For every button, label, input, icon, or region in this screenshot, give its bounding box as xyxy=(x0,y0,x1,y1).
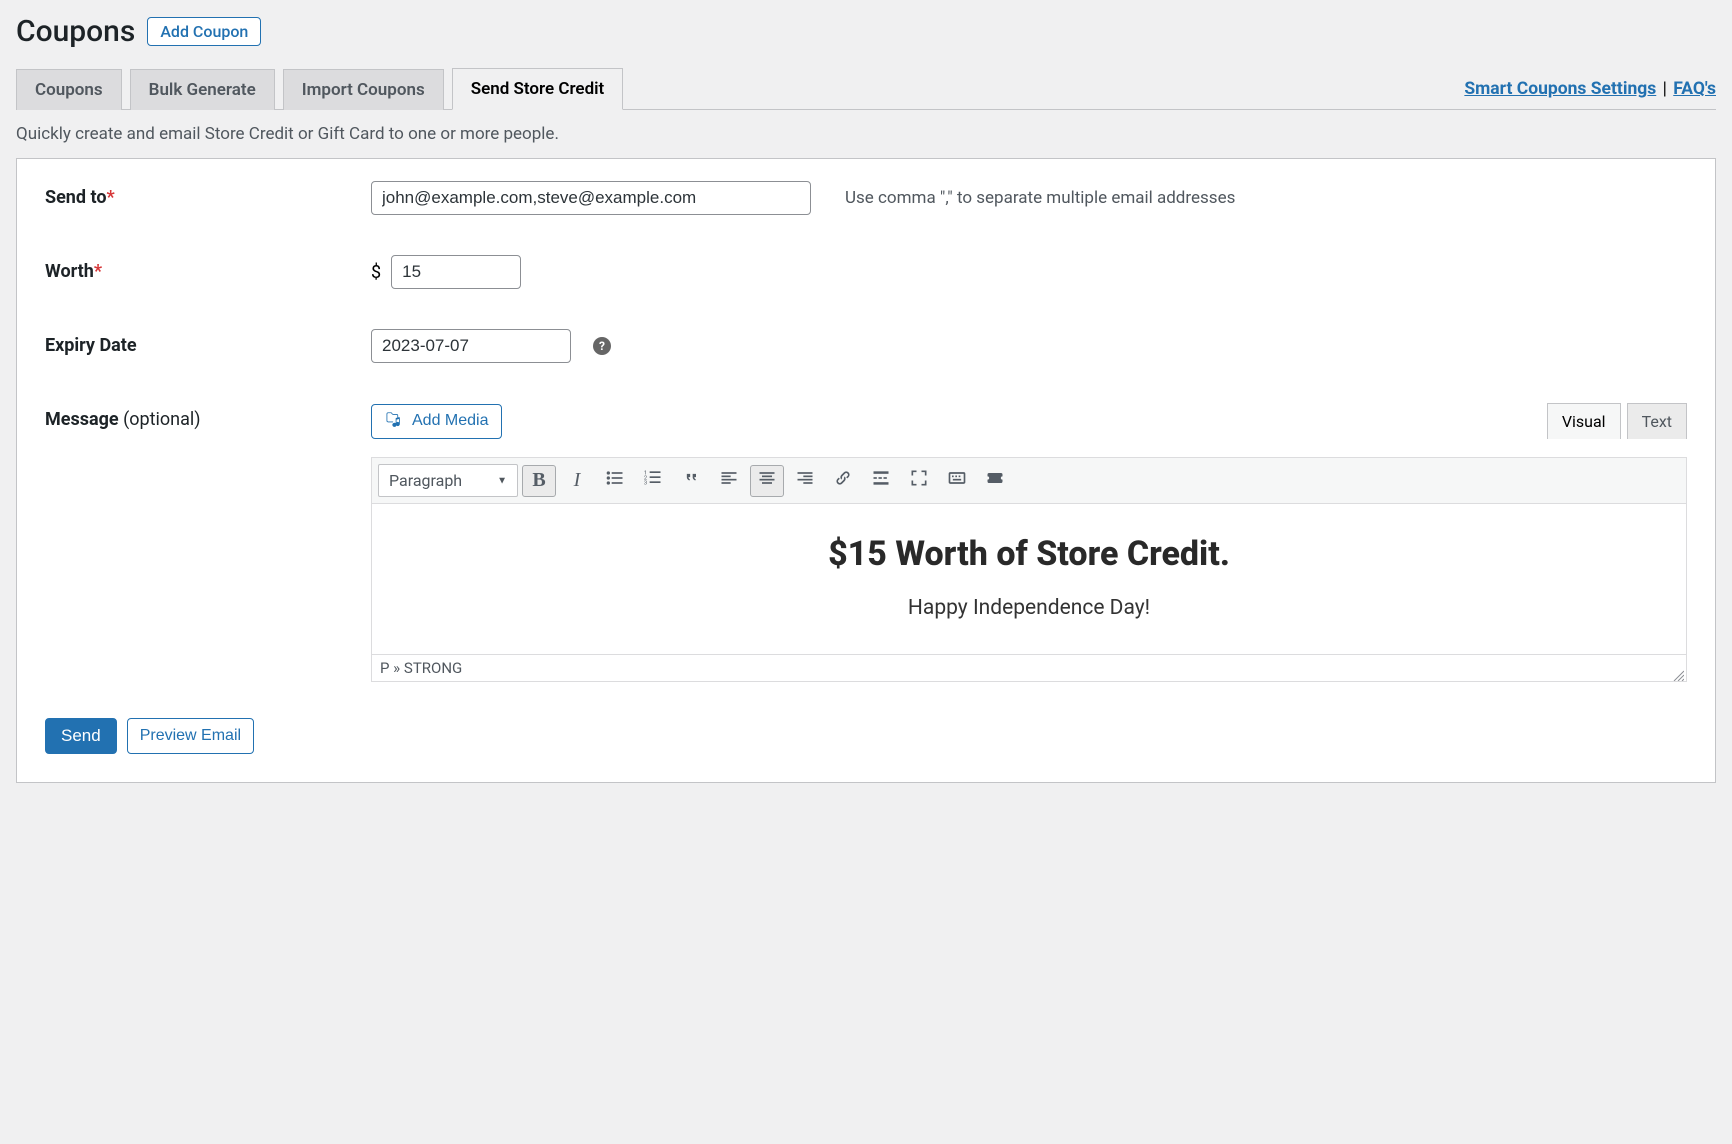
insert-more-button[interactable] xyxy=(864,465,898,497)
read-more-icon xyxy=(871,468,891,493)
send-to-input[interactable] xyxy=(371,181,811,215)
bold-button[interactable]: B xyxy=(522,465,556,497)
preview-email-button[interactable]: Preview Email xyxy=(127,718,254,754)
editor-tab-text[interactable]: Text xyxy=(1627,403,1687,439)
tab-bulk-generate[interactable]: Bulk Generate xyxy=(130,69,275,110)
page-title: Coupons xyxy=(16,14,135,49)
tab-coupons[interactable]: Coupons xyxy=(16,69,122,110)
link-smart-coupons-settings[interactable]: Smart Coupons Settings xyxy=(1464,79,1656,99)
add-media-button[interactable]: Add Media xyxy=(371,404,502,439)
bulleted-list-button[interactable] xyxy=(598,465,632,497)
editor-path: P » STRONG xyxy=(380,659,462,677)
align-right-button[interactable] xyxy=(788,465,822,497)
italic-button[interactable]: I xyxy=(560,465,594,497)
editor-content[interactable]: $15 Worth of Store Credit. Happy Indepen… xyxy=(372,504,1686,654)
align-left-icon xyxy=(719,468,739,493)
help-icon[interactable]: ? xyxy=(593,337,611,355)
keyboard-icon xyxy=(947,468,967,493)
expiry-date-input[interactable] xyxy=(371,329,571,363)
editor-path-bar: P » STRONG xyxy=(372,654,1686,681)
add-coupon-button[interactable]: Add Coupon xyxy=(147,17,261,46)
link-icon xyxy=(833,468,853,493)
link-button[interactable] xyxy=(826,465,860,497)
store-credit-panel: Send to* Use comma "," to separate multi… xyxy=(16,158,1716,783)
expiry-label: Expiry Date xyxy=(45,329,371,356)
align-center-button[interactable] xyxy=(750,465,784,497)
quote-icon xyxy=(681,468,701,493)
blockquote-button[interactable] xyxy=(674,465,708,497)
send-to-help: Use comma "," to separate multiple email… xyxy=(845,188,1235,208)
bulleted-list-icon xyxy=(605,468,625,493)
numbered-list-button[interactable]: 123 xyxy=(636,465,670,497)
message-label: Message (optional) xyxy=(45,403,371,430)
link-faq[interactable]: FAQ's xyxy=(1673,79,1716,99)
tab-bar: Coupons Bulk Generate Import Coupons Sen… xyxy=(16,67,1716,110)
editor-line1: $15 Worth of Store Credit. xyxy=(384,534,1674,574)
settings-links: Smart Coupons Settings | FAQ's xyxy=(1464,71,1716,109)
tab-send-store-credit[interactable]: Send Store Credit xyxy=(452,68,624,110)
required-mark: * xyxy=(94,261,102,282)
fullscreen-button[interactable] xyxy=(902,465,936,497)
format-select[interactable]: Paragraph xyxy=(378,464,518,497)
required-mark: * xyxy=(107,187,115,208)
send-to-label: Send to* xyxy=(45,181,371,208)
fullscreen-icon xyxy=(909,468,929,493)
align-left-button[interactable] xyxy=(712,465,746,497)
editor-toolbar: Paragraph B I 123 xyxy=(372,458,1686,504)
resize-handle-icon[interactable] xyxy=(1672,667,1684,679)
numbered-list-icon: 123 xyxy=(643,468,663,493)
editor: Paragraph B I 123 xyxy=(371,457,1687,682)
currency-symbol: $ xyxy=(371,262,381,283)
editor-line2: Happy Independence Day! xyxy=(384,596,1674,620)
camera-music-icon xyxy=(384,409,404,434)
editor-tab-visual[interactable]: Visual xyxy=(1547,403,1621,439)
send-button[interactable]: Send xyxy=(45,718,117,754)
coupon-shortcode-button[interactable] xyxy=(978,465,1012,497)
intro-text: Quickly create and email Store Credit or… xyxy=(16,124,1716,144)
ticket-icon xyxy=(985,468,1005,493)
tab-import-coupons[interactable]: Import Coupons xyxy=(283,69,444,110)
align-center-icon xyxy=(757,468,777,493)
svg-text:3: 3 xyxy=(644,481,647,487)
align-right-icon xyxy=(795,468,815,493)
worth-label: Worth* xyxy=(45,255,371,282)
worth-input[interactable] xyxy=(391,255,521,289)
toolbar-toggle-button[interactable] xyxy=(940,465,974,497)
link-separator: | xyxy=(1658,79,1671,99)
optional-text: (optional) xyxy=(123,409,200,430)
